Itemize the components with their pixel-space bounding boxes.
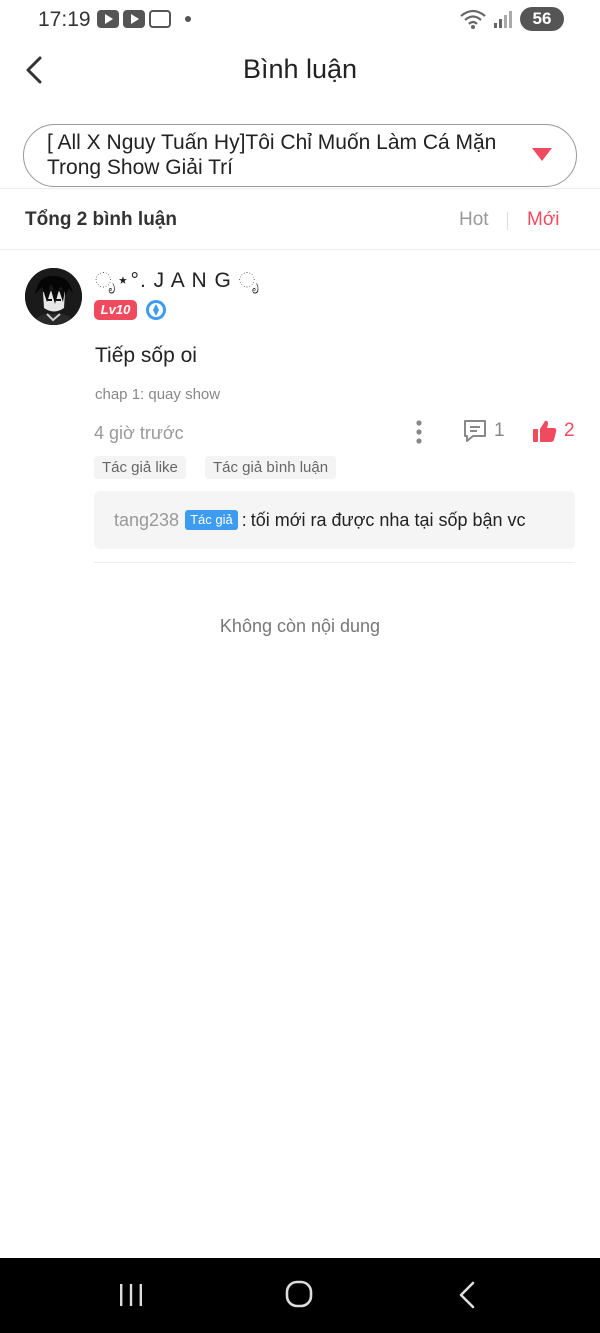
notification-dot-icon [185, 16, 191, 22]
comment-username[interactable]: ೃ⋆°. J A N G ೃ [95, 268, 260, 293]
reply-username[interactable]: tang238 [114, 510, 179, 531]
comment-bubble-icon [464, 420, 486, 442]
avatar-image [25, 268, 82, 325]
comment-chapter[interactable]: chap 1: quay show [95, 386, 220, 403]
reply-text: tối mới ra được nha tại sốp bận vc [250, 509, 526, 530]
reply-item[interactable]: tang238 Tác giả : tối mới ra được nha tạ… [94, 491, 575, 549]
home-icon[interactable] [285, 1280, 313, 1308]
end-of-content-text: Không còn nội dung [219, 616, 381, 636]
reply-count: 1 [494, 420, 505, 441]
comment-total: Tổng 2 bình luận [25, 209, 177, 230]
avatar[interactable] [25, 268, 82, 325]
sort-divider [507, 212, 508, 230]
status-time: 17:19 [38, 8, 91, 31]
comment-text: Tiếp sốp oi [95, 344, 197, 367]
sort-bar: Tổng 2 bình luận Hot Mới [0, 188, 600, 250]
system-back-icon[interactable] [456, 1280, 478, 1310]
battery-indicator: 56 [520, 7, 564, 31]
comment-divider [94, 562, 575, 563]
status-bar: 17:19 56 [0, 0, 600, 40]
message-app-icon [149, 10, 171, 28]
medal-icon [146, 300, 166, 320]
comment-time: 4 giờ trước [94, 423, 184, 443]
reply-button[interactable]: 1 [462, 418, 505, 444]
like-count: 2 [564, 420, 575, 441]
youtube-icon [123, 10, 145, 28]
dropdown-caret-icon [532, 148, 552, 161]
story-selector-dropdown[interactable]: [ All X Nguy Tuấn Hy]Tôi Chỉ Muốn Làm Cá… [23, 124, 577, 187]
thumbs-up-icon [533, 420, 557, 442]
reply-colon: : [241, 509, 247, 530]
story-title: [ All X Nguy Tuấn Hy]Tôi Chỉ Muốn Làm Cá… [47, 131, 497, 179]
status-app-icons [97, 10, 191, 28]
header: Bình luận [0, 40, 600, 104]
sort-hot-tab[interactable]: Hot [459, 209, 489, 231]
author-like-tag: Tác giả like [94, 456, 186, 479]
author-comment-tag: Tác giả bình luận [205, 456, 337, 479]
system-nav-bar [0, 1258, 600, 1333]
page-title: Bình luận [242, 54, 358, 84]
author-badge: Tác giả [185, 510, 238, 530]
signal-icon [494, 11, 512, 28]
youtube-icon [97, 10, 119, 28]
more-options-icon[interactable] [410, 419, 428, 445]
recent-apps-icon[interactable] [118, 1283, 144, 1307]
status-right: 56 [460, 7, 564, 31]
like-button[interactable]: 2 [532, 418, 575, 444]
level-badge: Lv10 [94, 300, 137, 320]
sort-new-tab[interactable]: Mới [527, 209, 560, 231]
wifi-icon [460, 9, 486, 29]
